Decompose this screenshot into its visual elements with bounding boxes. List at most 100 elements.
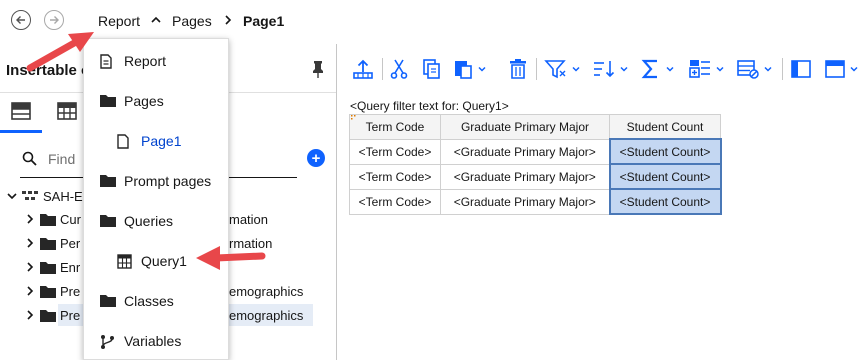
arrow-left-icon (16, 16, 25, 24)
chevron-right-icon (27, 310, 34, 320)
table-cell[interactable]: <Graduate Primary Major> (440, 138, 610, 165)
chevron-down-icon[interactable] (571, 64, 581, 74)
package-icon (22, 191, 38, 200)
cut-button[interactable] (388, 56, 410, 82)
table-header-row: Term Code Graduate Primary Major Student… (349, 114, 721, 140)
arrow-right-icon (50, 16, 59, 24)
chevron-down-icon[interactable] (665, 64, 675, 74)
chevron-down-icon[interactable] (715, 64, 725, 74)
upload-icon (353, 59, 373, 79)
folder-icon (100, 175, 116, 187)
add-button[interactable]: + (307, 149, 325, 167)
column-header[interactable]: Term Code (349, 114, 441, 140)
insert-calculation-button[interactable] (688, 56, 725, 82)
source-tab-icon[interactable] (10, 100, 32, 122)
tree-item[interactable]: Per (24, 232, 80, 254)
tree-item[interactable]: Cur (24, 208, 81, 230)
sort-button[interactable] (592, 56, 629, 82)
tree-label: Cur (60, 211, 81, 227)
sort-icon (594, 61, 615, 78)
breadcrumb-pages[interactable]: Pages (172, 13, 212, 29)
menu-item-variables[interactable]: Variables (84, 322, 228, 360)
chevron-right-icon (27, 214, 34, 224)
select-ancestor-button[interactable] (352, 56, 374, 82)
table-row: <Term Code> <Graduate Primary Major> <St… (349, 138, 722, 165)
paste-icon (455, 61, 472, 79)
search-icon (22, 151, 37, 166)
toolbar-divider (782, 58, 783, 80)
document-icon (100, 54, 112, 69)
tree-root[interactable]: SAH-E (6, 185, 83, 207)
tree-label: Pre (60, 283, 81, 299)
toolbox-tab-icon[interactable] (56, 100, 78, 122)
column-header[interactable]: Student Count (609, 114, 721, 140)
scissors-icon (390, 59, 408, 79)
folder-icon (40, 261, 56, 274)
menu-item-classes[interactable]: Classes (84, 282, 228, 320)
table-cell[interactable]: <Graduate Primary Major> (440, 163, 610, 190)
calculation-icon (689, 60, 710, 78)
table-cell[interactable]: <Term Code> (349, 138, 441, 165)
chevron-down-icon[interactable] (619, 64, 629, 74)
menu-item-label: Prompt pages (124, 173, 212, 189)
branch-icon (101, 335, 114, 349)
folder-icon (40, 309, 56, 322)
folder-icon (100, 95, 116, 107)
paste-button[interactable] (452, 56, 487, 82)
sigma-icon (641, 59, 657, 79)
tree-item-selected[interactable]: Pre (24, 304, 80, 326)
container-handle-icon[interactable] (351, 115, 357, 121)
menu-item-label: Report (124, 53, 167, 69)
chevron-down-icon[interactable] (763, 64, 773, 74)
menu-item-query1[interactable]: Query1 (84, 242, 228, 280)
suppress-button[interactable] (736, 56, 773, 82)
tree-label: Enr (60, 259, 81, 275)
chevron-down-icon[interactable] (477, 64, 487, 74)
tree-label-tail: rmation (229, 236, 273, 251)
delete-button[interactable] (508, 56, 528, 82)
tree-label-tail: emographics (229, 308, 304, 323)
folder-icon (40, 237, 56, 250)
menu-item-queries[interactable]: Queries (84, 202, 228, 240)
menu-item-page1[interactable]: Page1 (84, 122, 228, 160)
breadcrumb-report[interactable]: Report (98, 13, 140, 29)
tree-item[interactable]: Pre (24, 280, 80, 302)
tree-item[interactable]: Enr (24, 256, 80, 278)
panel-title: Insertable o (6, 62, 91, 79)
menu-item-report[interactable]: Report (84, 42, 228, 80)
layout-button[interactable] (824, 56, 859, 82)
summarize-button[interactable] (640, 56, 675, 82)
filter-button[interactable] (544, 56, 581, 82)
table-suppress-icon (737, 60, 759, 79)
back-button[interactable] (11, 10, 31, 30)
column-header[interactable]: Graduate Primary Major (440, 114, 610, 140)
panel-toggle-button[interactable] (790, 56, 812, 82)
active-tab-indicator (0, 130, 42, 133)
chevron-right-icon (225, 15, 232, 25)
menu-item-label: Query1 (141, 253, 187, 269)
chevron-up-icon[interactable] (150, 14, 162, 26)
table-cell-selected[interactable]: <Student Count> (608, 188, 722, 215)
query-filter-text[interactable]: <Query filter text for: Query1> (350, 99, 509, 113)
chevron-down-icon[interactable] (849, 64, 859, 74)
sidebar-icon (791, 60, 811, 78)
table-row: <Term Code> <Graduate Primary Major> <St… (349, 188, 722, 215)
menu-item-prompt-pages[interactable]: Prompt pages (84, 162, 228, 200)
copy-button[interactable] (420, 56, 442, 82)
tree-label: SAH-E (43, 188, 83, 204)
table-cell-selected[interactable]: <Student Count> (608, 163, 722, 190)
table-cell-selected[interactable]: <Student Count> (608, 138, 722, 165)
table-cell[interactable]: <Term Code> (349, 163, 441, 190)
folder-icon (100, 215, 116, 227)
table-cell[interactable]: <Graduate Primary Major> (440, 188, 610, 215)
window-icon (825, 60, 845, 78)
menu-item-label: Page1 (141, 133, 182, 149)
tree-label: Per (60, 235, 81, 251)
menu-item-pages[interactable]: Pages (84, 82, 228, 120)
report-list-table[interactable]: Term Code Graduate Primary Major Student… (349, 114, 722, 215)
menu-item-label: Classes (124, 293, 174, 309)
pin-icon[interactable] (311, 60, 325, 78)
breadcrumb-page1[interactable]: Page1 (243, 13, 284, 29)
forward-button[interactable] (44, 10, 64, 30)
table-cell[interactable]: <Term Code> (349, 188, 441, 215)
